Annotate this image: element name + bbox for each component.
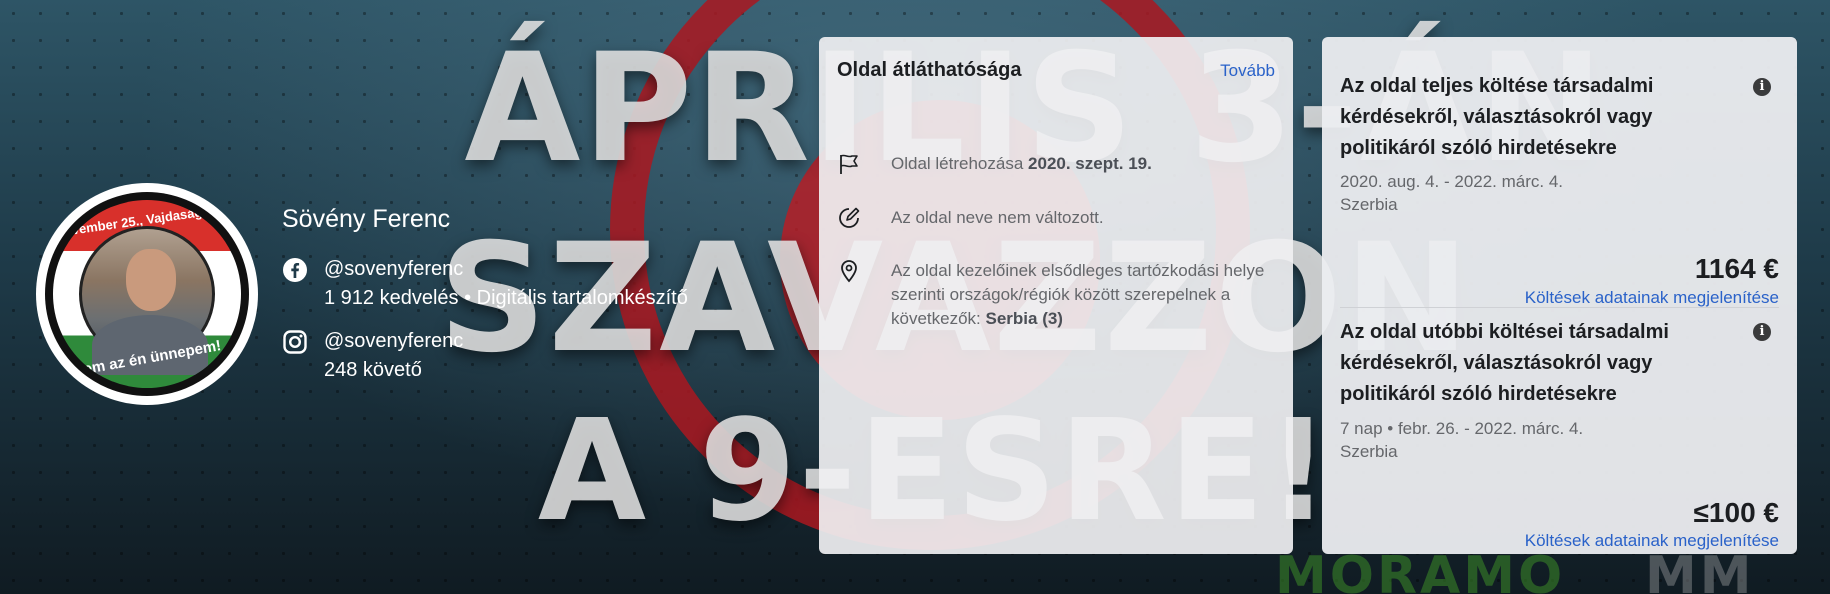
avatar-face [126, 249, 176, 311]
transparency-title: Oldal átláthatósága [837, 59, 1022, 81]
instagram-stats: 248 követő [324, 359, 422, 381]
section-divider [1340, 307, 1779, 308]
name-history-text: Az oldal neve nem változott. [891, 208, 1104, 227]
recent-spending-section: Az oldal utóbbi költései társadalmi kérd… [1340, 317, 1779, 550]
total-spending-dates: 2020. aug. 4. - 2022. márc. 4. [1340, 172, 1564, 191]
total-spending-details-link[interactable]: Költések adatainak megjelenítése [1525, 288, 1779, 308]
facebook-icon [282, 257, 308, 283]
ad-spending-card: Az oldal teljes költése társadalmi kérdé… [1322, 37, 1797, 554]
page-transparency-card: Oldal átláthatósága Tovább Oldal létreho… [819, 37, 1293, 554]
transparency-more-link[interactable]: Tovább [1220, 61, 1275, 81]
instagram-icon [282, 329, 308, 355]
facebook-stats: 1 912 kedvelés • Digitális tartalomkészí… [324, 287, 688, 309]
recent-spending-details-link[interactable]: Költések adatainak megjelenítése [1525, 531, 1779, 551]
created-date: 2020. szept. 19. [1028, 154, 1152, 173]
recent-spending-dates: 7 nap • febr. 26. - 2022. márc. 4. [1340, 419, 1584, 438]
recent-spending-country: Szerbia [1340, 442, 1398, 461]
location-pin-icon [837, 259, 861, 283]
recent-spending-amount: ≤100 € [1693, 497, 1779, 528]
instagram-handle[interactable]: @sovenyferenc [324, 327, 463, 356]
avatar-frame: November 25., Vajdaság napja Nem az én ü… [45, 192, 249, 396]
total-spending-section: Az oldal teljes költése társadalmi kérdé… [1340, 55, 1779, 310]
location-countries: Serbia (3) [985, 309, 1063, 328]
total-spending-title: Az oldal teljes költése társadalmi kérdé… [1340, 75, 1654, 159]
total-spending-amount: 1164 € [1694, 253, 1779, 284]
location-text: Az oldal kezelőinek elsődleges tartózkod… [891, 261, 1265, 328]
profile-name[interactable]: Sövény Ferenc [282, 205, 450, 234]
total-spending-country: Szerbia [1340, 195, 1398, 214]
info-icon[interactable]: i [1753, 323, 1771, 341]
flag-icon [837, 152, 861, 176]
recent-spending-title: Az oldal utóbbi költései társadalmi kérd… [1340, 321, 1669, 405]
profile-avatar[interactable]: November 25., Vajdaság napja Nem az én ü… [36, 183, 258, 405]
facebook-handle[interactable]: @sovenyferenc [324, 255, 688, 284]
created-label: Oldal létrehozása [891, 154, 1029, 173]
info-icon[interactable]: i [1753, 78, 1771, 96]
edit-icon [837, 206, 861, 230]
avatar-badge-ring: November 25., Vajdaság napja Nem az én ü… [53, 200, 241, 388]
